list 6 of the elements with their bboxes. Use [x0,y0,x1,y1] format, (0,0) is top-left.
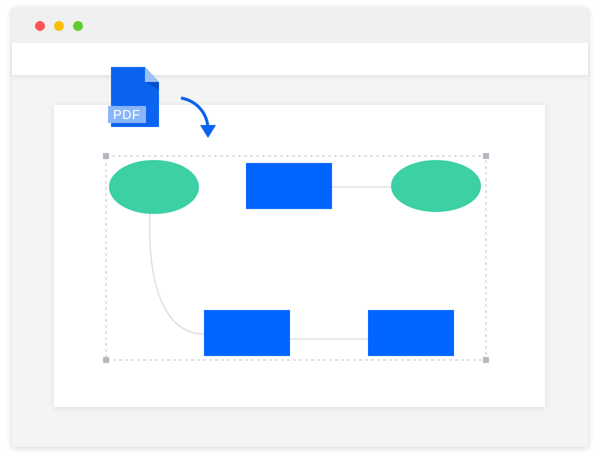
window-control[interactable] [73,20,83,30]
window-control[interactable] [35,20,45,30]
window-control[interactable] [54,20,64,30]
file-type-label: PDF [108,106,146,123]
selection-box[interactable] [103,153,489,363]
curved-arrow-icon [180,96,216,138]
